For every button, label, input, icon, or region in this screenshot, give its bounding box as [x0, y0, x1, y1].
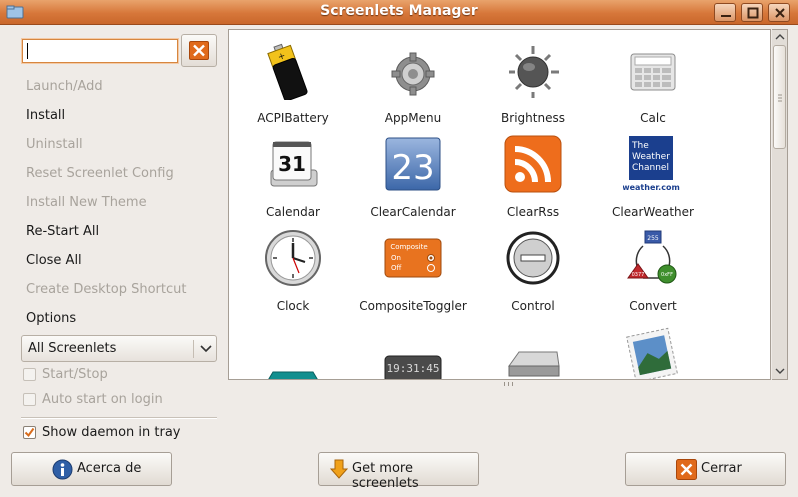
- screenlet-label: Convert: [629, 299, 677, 313]
- composite-on: On: [391, 254, 401, 262]
- composite-toggler-icon: Composite On Off: [384, 238, 442, 278]
- clear-search-button[interactable]: [181, 34, 217, 67]
- weather-text-3: Channel: [632, 163, 669, 173]
- calendar-icon: 31: [270, 141, 318, 187]
- screenlet-label: ClearRss: [506, 205, 560, 219]
- get-more-screenlets-button[interactable]: Get more screenlets: [318, 452, 479, 491]
- separator: [21, 417, 217, 419]
- screenlet-label: Calendar: [266, 205, 320, 219]
- info-icon: [52, 459, 73, 480]
- scroll-down-icon[interactable]: [775, 366, 785, 376]
- minimize-icon: [721, 15, 731, 17]
- install-action[interactable]: Install: [26, 108, 65, 123]
- convert-icon: 255 0xFF 0377: [627, 230, 677, 284]
- options-action[interactable]: Options: [26, 311, 76, 326]
- download-arrow-icon: [330, 459, 348, 479]
- vertical-scrollbar[interactable]: [772, 29, 788, 380]
- uninstall-action[interactable]: Uninstall: [26, 137, 83, 152]
- control-icon: [506, 231, 560, 285]
- restart-all-action[interactable]: Re-Start All: [26, 224, 99, 239]
- auto-start-checkbox[interactable]: [23, 393, 36, 406]
- digital-clock-icon: 19:31:45: [384, 355, 442, 379]
- weather-text-1: The: [631, 141, 649, 151]
- close-icon: [775, 8, 785, 18]
- close-all-action[interactable]: Close All: [26, 253, 82, 268]
- drive-icon: [508, 351, 560, 377]
- calculator-icon: [630, 53, 676, 91]
- search-input[interactable]: [22, 39, 178, 63]
- clear-icon: [189, 41, 209, 60]
- gear-icon: [391, 52, 435, 96]
- grip-icon: [778, 94, 782, 102]
- install-theme-action[interactable]: Install New Theme: [26, 195, 147, 210]
- screenlet-label: ClearCalendar: [370, 205, 456, 219]
- screenlet-label: Brightness: [501, 111, 565, 125]
- convert-dec: 255: [647, 235, 659, 242]
- clock-icon: [265, 230, 321, 286]
- weather-text-2: Weather: [632, 152, 670, 162]
- chevron-down-icon: [200, 345, 212, 353]
- start-stop-checkbox[interactable]: [23, 368, 36, 381]
- clear-calendar-day: 23: [391, 148, 434, 188]
- filter-selected: All Screenlets: [28, 341, 117, 356]
- show-daemon-label: Show daemon in tray: [42, 425, 181, 440]
- get-more-label: Get more screenlets: [352, 461, 419, 491]
- maximize-icon: [747, 7, 759, 19]
- screenlet-label: Control: [511, 299, 555, 313]
- show-daemon-checkbox[interactable]: [23, 426, 36, 439]
- screenlets-grid[interactable]: + ACPIBattery AppMenu Brightness Calc 31…: [228, 29, 771, 380]
- composite-title: Composite: [390, 243, 427, 251]
- auto-start-label: Auto start on login: [42, 392, 163, 407]
- screenlet-label: CompositeToggler: [359, 299, 467, 313]
- minimize-button[interactable]: [714, 3, 736, 22]
- composite-off: Off: [391, 264, 402, 272]
- screenlet-label: Calc: [640, 111, 666, 125]
- close-button[interactable]: Cerrar: [625, 452, 786, 486]
- start-stop-label: Start/Stop: [42, 367, 108, 382]
- rss-icon: [504, 135, 562, 193]
- calendar-day: 31: [278, 152, 306, 176]
- titlebar[interactable]: Screenlets Manager: [0, 0, 798, 25]
- screenlet-label: Clock: [276, 299, 310, 313]
- partial-teal-icon: [268, 371, 318, 379]
- close-label: Cerrar: [701, 461, 742, 476]
- checkmark-icon: [24, 427, 35, 438]
- desktop-shortcut-action[interactable]: Create Desktop Shortcut: [26, 282, 186, 297]
- scrollbar-thumb[interactable]: [773, 45, 786, 149]
- scroll-up-icon[interactable]: [775, 32, 785, 42]
- convert-hex: 0xFF: [661, 272, 673, 278]
- pane-resize-grip[interactable]: [503, 381, 515, 387]
- battery-icon: +: [267, 43, 308, 100]
- screenlet-label: ClearWeather: [612, 205, 694, 219]
- text-caret: [27, 43, 28, 59]
- digital-clock-time: 19:31:45: [387, 362, 440, 375]
- clear-calendar-icon: 23: [385, 137, 441, 191]
- screenlet-label: ACPIBattery: [257, 111, 329, 125]
- stamp-photo-icon: [626, 327, 678, 379]
- about-button[interactable]: Acerca de: [11, 452, 172, 486]
- maximize-button[interactable]: [741, 3, 763, 22]
- about-label: Acerca de: [77, 461, 142, 476]
- close-icon: [676, 459, 697, 480]
- close-window-button[interactable]: [768, 3, 790, 22]
- weather-url: weather.com: [623, 183, 680, 192]
- combo-separator: [193, 340, 194, 358]
- reset-config-action[interactable]: Reset Screenlet Config: [26, 166, 174, 181]
- launch-add-action[interactable]: Launch/Add: [26, 79, 103, 94]
- filter-combo[interactable]: All Screenlets: [21, 335, 217, 362]
- window-title: Screenlets Manager: [320, 3, 478, 19]
- brightness-icon: [509, 46, 559, 98]
- weather-channel-icon: The Weather Channel weather.com: [623, 136, 680, 192]
- screenlet-label: AppMenu: [384, 111, 442, 125]
- convert-oct: 0377: [632, 272, 645, 278]
